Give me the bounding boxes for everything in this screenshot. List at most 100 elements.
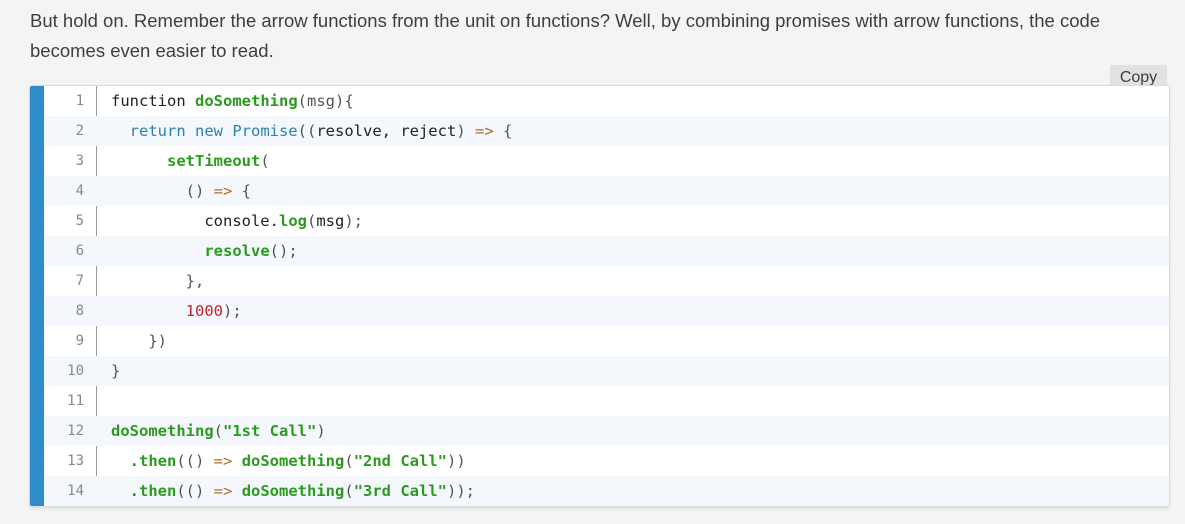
code-line: 12 doSomething("1st Call") [44,416,1169,446]
line-number: 7 [75,273,84,289]
code-token: .then [129,452,177,470]
code-block: 1 function doSomething(msg){2 return new … [29,85,1170,507]
code-token: ) [316,422,326,440]
code-line: 10} [44,356,1169,386]
code-token: ( [344,482,354,500]
code-text: setTimeout( [84,152,270,170]
line-number: 8 [75,303,84,319]
intro-paragraph: But hold on. Remember the arrow function… [30,10,1101,61]
code-text: }) [84,332,167,350]
code-token: 1000 [185,302,223,320]
code-token: )); [447,482,476,500]
code-token: msg [316,212,345,230]
code-token: .then [129,482,177,500]
code-token: () [185,182,214,200]
code-token: => [474,122,494,140]
code-token: (); [269,242,298,260]
code-token: { [493,122,513,140]
code-text: function doSomething(msg){ [84,92,354,110]
code-token: => [213,452,233,470]
code-token: { [232,182,251,200]
code-token: function [111,92,195,110]
line-number: 13 [67,453,84,469]
code-line: 2 return new Promise((resolve, reject) =… [44,116,1169,146]
code-token: doSomething [241,452,345,470]
code-text: resolve(); [84,242,298,260]
code-token: doSomething [241,482,345,500]
code-token: doSomething [195,92,298,110]
code-text: console.log(msg); [84,212,363,230]
code-token: => [213,182,233,200]
code-line: 14 .then(() => doSomething("3rd Call")); [44,476,1169,506]
line-number: 12 [67,423,84,439]
code-text: return new Promise((resolve, reject) => … [84,122,513,140]
line-number: 2 [75,123,84,139]
code-token: ); [222,302,242,320]
code-token: ) [456,122,475,140]
code-token: resolve [204,242,270,260]
code-token: )) [447,452,466,470]
code-line: 4 () => { [44,176,1169,206]
code-text: () => { [84,182,251,200]
code-token: ( [260,152,270,170]
code-line: 9 }) [44,326,1169,356]
code-lines: 1 function doSomething(msg){2 return new … [44,86,1169,506]
code-line: 6 resolve(); [44,236,1169,266]
code-token: doSomething [111,422,214,440]
line-number: 14 [67,483,84,499]
code-line: 11 [44,386,1169,416]
code-token: ( [213,422,223,440]
line-number: 11 [67,393,84,409]
line-number: 5 [75,213,84,229]
code-token: "1st Call" [223,422,317,440]
code-token: ( [344,452,354,470]
code-line: 8 1000); [44,296,1169,326]
line-number: 6 [75,243,84,259]
code-token: return new Promise [129,122,298,140]
code-token: (() [176,452,214,470]
line-number: 10 [67,363,84,379]
code-line: 13 .then(() => doSomething("2nd Call")) [44,446,1169,476]
line-number: 1 [75,93,84,109]
code-token: (( [297,122,317,140]
code-line: 3 setTimeout( [44,146,1169,176]
line-number: 9 [75,333,84,349]
code-text: .then(() => doSomething("3rd Call")); [84,482,475,500]
line-number: 4 [75,183,84,199]
code-token: } [111,362,121,380]
code-text: doSomething("1st Call") [84,422,326,440]
code-text: } [84,362,120,380]
code-token: resolve, reject [316,122,457,140]
line-number: 3 [75,153,84,169]
code-block-accent-bar [30,86,44,506]
code-token: log [278,212,307,230]
code-token: "3rd Call" [353,482,448,500]
code-token: }) [148,332,167,350]
code-line: 5 console.log(msg); [44,206,1169,236]
code-line: 1 function doSomething(msg){ [44,86,1169,116]
code-token: setTimeout [167,152,261,170]
code-token: => [213,482,233,500]
code-line: 7 }, [44,266,1169,296]
code-text: }, [84,272,205,290]
code-token: (msg){ [297,92,354,110]
code-token: }, [185,272,205,290]
code-token: (() [176,482,214,500]
code-text: 1000); [84,302,242,320]
code-text: .then(() => doSomething("2nd Call")) [84,452,466,470]
code-token: "2nd Call" [353,452,448,470]
code-token: console. [111,212,279,230]
code-token: ( [306,212,317,230]
code-token: ); [344,212,363,230]
